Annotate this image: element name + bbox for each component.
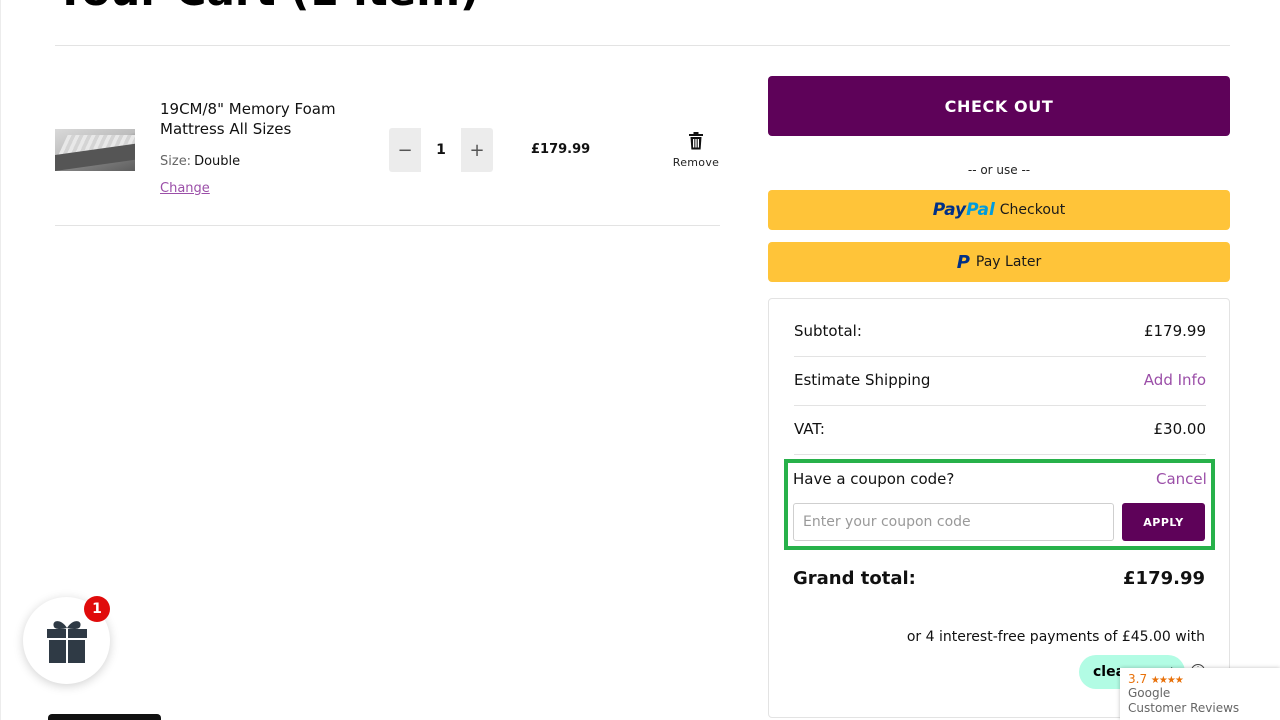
size-label: Size: bbox=[160, 154, 192, 169]
paypal-checkout-label: Checkout bbox=[999, 202, 1066, 218]
bottom-bar-fragment bbox=[48, 714, 161, 720]
apply-coupon-button[interactable]: APPLY bbox=[1122, 503, 1205, 541]
checkout-button[interactable]: CHECK OUT bbox=[768, 76, 1230, 136]
subtotal-row: Subtotal: £179.99 bbox=[794, 322, 1206, 340]
coupon-question: Have a coupon code? bbox=[793, 470, 955, 488]
coupon-code-input[interactable] bbox=[793, 503, 1114, 541]
remove-label: Remove bbox=[672, 156, 720, 169]
page-edge bbox=[0, 0, 1, 720]
product-name[interactable]: 19CM/8" Memory Foam Mattress All Sizes bbox=[160, 99, 360, 139]
subtotal-value: £179.99 bbox=[1143, 322, 1206, 340]
quantity-stepper: − 1 + bbox=[389, 128, 493, 172]
google-reviews-badge[interactable]: 3.7 ★★★★ Google Customer Reviews bbox=[1120, 668, 1280, 720]
paypal-checkout-button[interactable]: Pay Pal Checkout bbox=[768, 190, 1230, 230]
product-size: Size: Double bbox=[160, 154, 240, 169]
header-divider bbox=[55, 45, 1230, 46]
gift-count-badge: 1 bbox=[84, 596, 110, 622]
item-divider bbox=[55, 225, 720, 226]
remove-button[interactable]: Remove bbox=[670, 132, 722, 169]
customer-reviews-label: Customer Reviews bbox=[1128, 701, 1240, 715]
gift-icon bbox=[46, 620, 87, 663]
shipping-label: Estimate Shipping bbox=[794, 371, 931, 389]
increment-button[interactable]: + bbox=[461, 128, 493, 172]
coupon-cancel-link[interactable]: Cancel bbox=[1156, 470, 1207, 488]
google-rating: 3.7 ★★★★ bbox=[1128, 672, 1272, 686]
summary-divider bbox=[794, 356, 1206, 357]
rating-value: 3.7 bbox=[1128, 672, 1148, 686]
installments-text: or 4 interest-free payments of £45.00 wi… bbox=[906, 629, 1205, 645]
add-shipping-info-link[interactable]: Add Info bbox=[1144, 371, 1206, 389]
vat-value: £30.00 bbox=[1153, 420, 1207, 438]
size-value: Double bbox=[194, 154, 241, 169]
paypal-pay-later-button[interactable]: P Pay Later bbox=[768, 242, 1230, 282]
subtotal-label: Subtotal: bbox=[794, 322, 862, 340]
product-thumbnail[interactable] bbox=[55, 129, 135, 171]
grand-total-value: £179.99 bbox=[1123, 568, 1205, 589]
paypal-logo-part2: Pal bbox=[966, 200, 995, 220]
pay-later-label: Pay Later bbox=[975, 254, 1042, 270]
rating-stars-icon: ★★★★ bbox=[1150, 675, 1184, 686]
quantity-value[interactable]: 1 bbox=[421, 128, 461, 172]
paypal-logo-part1: Pay bbox=[932, 200, 967, 220]
summary-divider bbox=[794, 454, 1206, 455]
shipping-row: Estimate Shipping Add Info bbox=[794, 371, 1206, 389]
summary-divider bbox=[794, 405, 1206, 406]
google-label: Google bbox=[1128, 686, 1171, 700]
change-size-link[interactable]: Change bbox=[160, 181, 210, 196]
item-price: £179.99 bbox=[531, 142, 591, 157]
vat-label: VAT: bbox=[794, 420, 825, 438]
page-title: Your Cart (1 item) bbox=[55, 0, 479, 15]
grand-total-label: Grand total: bbox=[793, 568, 916, 589]
vat-row: VAT: £30.00 bbox=[794, 420, 1206, 438]
trash-icon bbox=[689, 132, 703, 150]
or-use-text: -- or use -- bbox=[967, 163, 1031, 177]
paypal-mark-icon: P bbox=[956, 251, 970, 273]
decrement-button[interactable]: − bbox=[389, 128, 421, 172]
